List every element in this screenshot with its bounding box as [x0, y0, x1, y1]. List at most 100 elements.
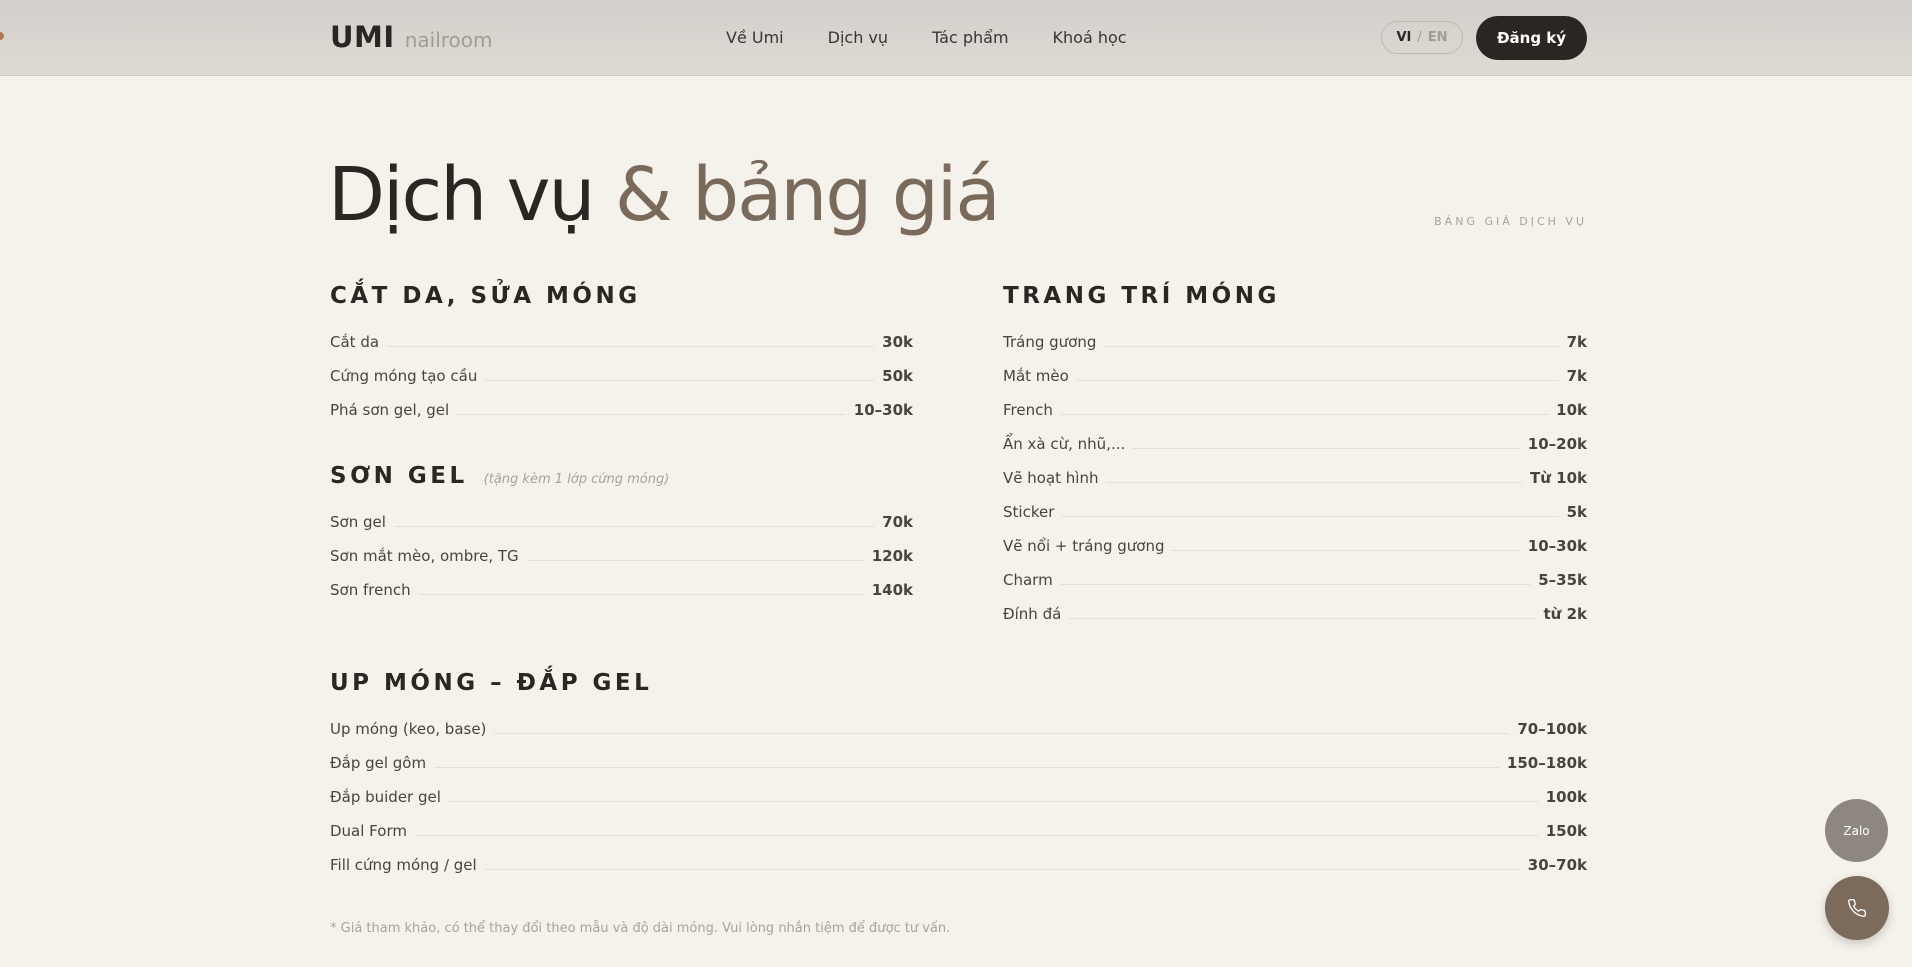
service-price: 5–35k — [1538, 571, 1587, 589]
edge-dot — [0, 32, 4, 40]
section-title: TRANG TRÍ MÓNG — [1003, 283, 1280, 309]
service-price: 5k — [1566, 503, 1587, 521]
service-price: 7k — [1566, 367, 1587, 385]
section-trang-tri: TRANG TRÍ MÓNG Tráng gương 7k Mắt mèo 7k… — [1003, 283, 1587, 631]
service-name: Cắt da — [330, 333, 380, 351]
dotted-leader — [526, 559, 864, 561]
section-title: SƠN GEL — [330, 463, 468, 489]
dotted-leader — [1133, 447, 1520, 449]
register-button[interactable]: Đăng ký — [1476, 16, 1587, 60]
language-switcher[interactable]: VI / EN — [1381, 21, 1463, 54]
service-name: Vẽ nổi + tráng gương — [1003, 537, 1165, 555]
service-name: Mắt mèo — [1003, 367, 1069, 385]
lang-vi[interactable]: VI — [1396, 30, 1411, 45]
service-name: Phá sơn gel, gel — [330, 401, 450, 419]
service-price: 140k — [871, 581, 913, 599]
dotted-leader — [1172, 549, 1520, 551]
service-name: Tráng gương — [1003, 333, 1097, 351]
price-row: Dual Form 150k — [330, 814, 1587, 848]
call-button[interactable] — [1825, 876, 1889, 940]
price-row: Sơn mắt mèo, ombre, TG 120k — [330, 539, 913, 573]
price-row: Ẩn xà cừ, nhũ,... 10–20k — [1003, 427, 1587, 461]
service-price: 30–70k — [1527, 856, 1587, 874]
service-price: 10k — [1556, 401, 1587, 419]
price-row: Cắt da 30k — [330, 325, 913, 359]
price-footnote: * Giá tham khảo, có thể thay đổi theo mẫ… — [330, 921, 951, 936]
service-price: 50k — [882, 367, 913, 385]
dotted-leader — [494, 732, 1510, 734]
service-price: 10–30k — [853, 401, 913, 419]
dotted-leader — [1076, 379, 1559, 381]
dotted-leader — [484, 868, 1520, 870]
service-price: 30k — [882, 333, 913, 351]
price-row: Cứng móng tạo cầu 50k — [330, 359, 913, 393]
page-title-accent: & bảng giá — [614, 152, 1001, 238]
dotted-leader — [1106, 481, 1523, 483]
price-row: Mắt mèo 7k — [1003, 359, 1587, 393]
dotted-leader — [1060, 413, 1549, 415]
service-name: Sơn french — [330, 581, 411, 599]
price-row: Sơn french 140k — [330, 573, 913, 607]
service-price: Từ 10k — [1530, 469, 1587, 487]
section-eyebrow: BẢNG GIÁ DỊCH VỤ — [1434, 215, 1587, 228]
section-cat-da: CẮT DA, SỬA MÓNG Cắt da 30k Cứng móng tạ… — [330, 283, 913, 427]
price-row: Sơn gel 70k — [330, 505, 913, 539]
price-row: Vẽ hoạt hình Từ 10k — [1003, 461, 1587, 495]
logo-main: UMI — [330, 20, 395, 54]
logo-sub: nailroom — [404, 28, 493, 52]
nav-item-dich-vu[interactable]: Dịch vụ — [828, 28, 888, 47]
price-row: Đắp buider gel 100k — [330, 780, 1587, 814]
dotted-leader — [393, 525, 875, 527]
price-row: Đính đá từ 2k — [1003, 597, 1587, 631]
dotted-leader — [434, 766, 1499, 768]
dotted-leader — [387, 345, 875, 347]
section-title: CẮT DA, SỬA MÓNG — [330, 283, 641, 309]
service-price: 150–180k — [1506, 754, 1587, 772]
service-name: Charm — [1003, 571, 1053, 589]
logo[interactable]: UMI nailroom — [330, 20, 493, 54]
service-price: 100k — [1545, 788, 1587, 806]
dotted-leader — [1104, 345, 1559, 347]
dotted-leader — [1062, 515, 1559, 517]
service-name: Up móng (keo, base) — [330, 720, 487, 738]
price-row: Fill cứng móng / gel 30–70k — [330, 848, 1587, 882]
service-name: Cứng móng tạo cầu — [330, 367, 478, 385]
service-name: Đắp buider gel — [330, 788, 441, 806]
main-nav: Về Umi Dịch vụ Tác phẩm Khoá học — [726, 28, 1127, 47]
service-name: Dual Form — [330, 822, 407, 840]
section-up-mong: UP MÓNG – ĐẮP GEL Up móng (keo, base) 70… — [330, 670, 1587, 882]
price-row: Charm 5–35k — [1003, 563, 1587, 597]
section-son-gel: SƠN GEL (tặng kèm 1 lớp cứng móng) Sơn g… — [330, 463, 913, 607]
zalo-button[interactable]: Zalo — [1825, 799, 1888, 862]
dotted-leader — [448, 800, 1538, 802]
service-price: 70k — [882, 513, 913, 531]
nav-item-ve-umi[interactable]: Về Umi — [726, 28, 784, 47]
service-name: Sơn mắt mèo, ombre, TG — [330, 547, 519, 565]
service-price: 7k — [1566, 333, 1587, 351]
dotted-leader — [485, 379, 875, 381]
service-name: Sticker — [1003, 503, 1055, 521]
page-title: Dịch vụ & bảng giá — [328, 152, 1001, 238]
dotted-leader — [414, 834, 1538, 836]
service-price: 70–100k — [1517, 720, 1587, 738]
service-name: French — [1003, 401, 1053, 419]
service-name: Ẩn xà cừ, nhũ,... — [1003, 435, 1126, 453]
site-header: UMI nailroom Về Umi Dịch vụ Tác phẩm Kho… — [0, 0, 1912, 76]
lang-en[interactable]: EN — [1428, 30, 1448, 45]
service-name: Sơn gel — [330, 513, 386, 531]
price-row: Up móng (keo, base) 70–100k — [330, 712, 1587, 746]
service-price: 150k — [1545, 822, 1587, 840]
nav-item-khoa-hoc[interactable]: Khoá học — [1053, 28, 1127, 47]
service-price: 120k — [871, 547, 913, 565]
section-title: UP MÓNG – ĐẮP GEL — [330, 670, 653, 696]
service-price: 10–30k — [1527, 537, 1587, 555]
dotted-leader — [1060, 583, 1531, 585]
dotted-leader — [418, 593, 864, 595]
service-price: 10–20k — [1527, 435, 1587, 453]
service-name: Đắp gel gôm — [330, 754, 427, 772]
service-price: từ 2k — [1543, 605, 1587, 623]
price-row: French 10k — [1003, 393, 1587, 427]
nav-item-tac-pham[interactable]: Tác phẩm — [932, 28, 1009, 47]
page-title-main: Dịch vụ — [328, 152, 595, 238]
dotted-leader — [457, 413, 846, 415]
